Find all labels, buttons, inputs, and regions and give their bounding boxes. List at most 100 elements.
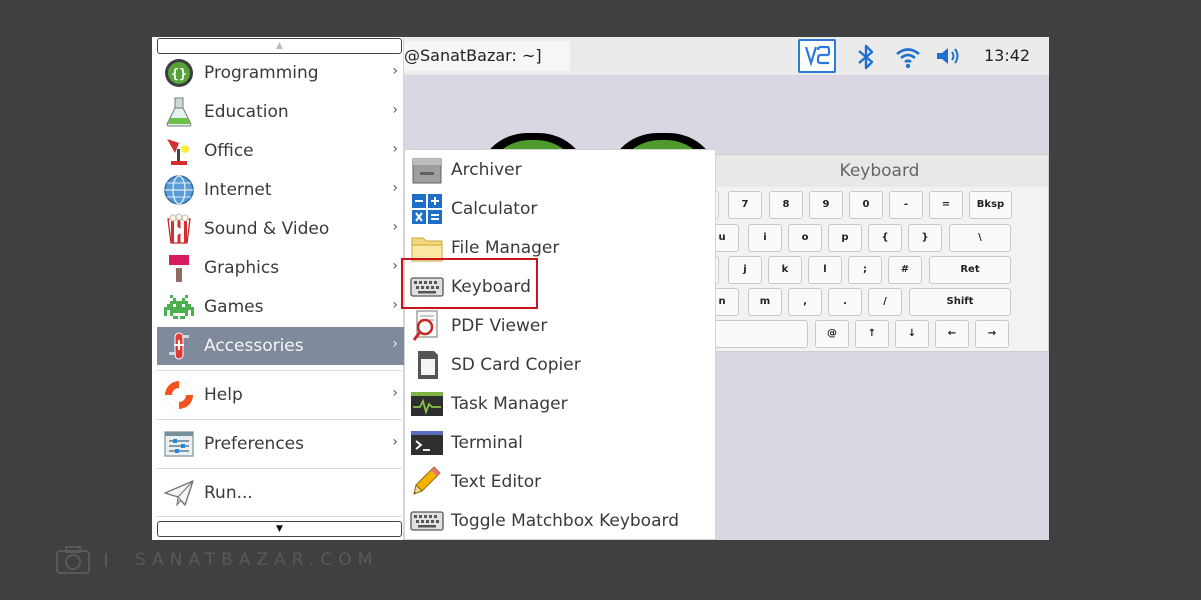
terminal-icon bbox=[410, 427, 444, 459]
keyboard-key[interactable]: k bbox=[768, 256, 802, 284]
chevron-right-icon: › bbox=[392, 63, 398, 79]
menu-item-programming[interactable]: {} Programming › bbox=[157, 54, 404, 92]
submenu-item-text-editor[interactable]: Text Editor bbox=[405, 463, 715, 501]
menu-item-help[interactable]: Help › bbox=[157, 376, 404, 414]
keyboard-key[interactable]: ← bbox=[935, 320, 969, 348]
keyboard-key[interactable]: ↓ bbox=[895, 320, 929, 348]
keyboard-key[interactable]: i bbox=[748, 224, 782, 252]
submenu-item-label: PDF Viewer bbox=[451, 316, 548, 336]
run-icon bbox=[163, 477, 195, 509]
menu-scroll-down-button[interactable]: ▼ bbox=[157, 521, 402, 537]
keyboard-key[interactable]: 8 bbox=[769, 191, 803, 219]
submenu-item-label: Archiver bbox=[451, 160, 522, 180]
education-icon bbox=[163, 96, 195, 128]
menu-separator bbox=[157, 468, 402, 469]
menu-item-label: Sound & Video bbox=[204, 219, 330, 239]
bluetooth-icon[interactable] bbox=[855, 43, 877, 75]
keyboard-key[interactable]: Shift bbox=[909, 288, 1011, 316]
keyboard-key[interactable]: Bksp bbox=[969, 191, 1012, 219]
menu-item-internet[interactable]: Internet › bbox=[157, 171, 404, 209]
chevron-up-icon: ▲ bbox=[276, 41, 283, 51]
keyboard-key[interactable]: 7 bbox=[728, 191, 762, 219]
chevron-right-icon: › bbox=[392, 336, 398, 352]
submenu-item-label: Terminal bbox=[451, 433, 523, 453]
archiver-icon bbox=[410, 154, 444, 186]
application-menu: ▲ {} Programming › Education › Office › … bbox=[152, 37, 404, 540]
menu-item-preferences[interactable]: Preferences › bbox=[157, 425, 404, 463]
submenu-item-label: Task Manager bbox=[451, 394, 568, 414]
submenu-item-pdf-viewer[interactable]: PDF Viewer bbox=[405, 307, 715, 345]
keyboard-key[interactable]: 0 bbox=[849, 191, 883, 219]
keyboard-key[interactable]: } bbox=[908, 224, 942, 252]
calculator-icon bbox=[410, 193, 444, 225]
submenu-item-toggle-matchbox-keyboard[interactable]: Toggle Matchbox Keyboard bbox=[405, 502, 715, 540]
keyboard-key[interactable]: , bbox=[788, 288, 822, 316]
keyboard-key[interactable]: → bbox=[975, 320, 1009, 348]
keyboard-key[interactable]: j bbox=[728, 256, 762, 284]
internet-icon bbox=[163, 174, 195, 206]
menu-item-education[interactable]: Education › bbox=[157, 93, 404, 131]
chevron-right-icon: › bbox=[392, 102, 398, 118]
chevron-right-icon: › bbox=[392, 385, 398, 401]
menu-item-label: Programming bbox=[204, 63, 319, 83]
keyboard-key[interactable]: \ bbox=[949, 224, 1011, 252]
menu-separator bbox=[157, 370, 402, 371]
menu-item-games[interactable]: Games › bbox=[157, 288, 404, 326]
programming-icon: {} bbox=[163, 57, 195, 89]
menu-item-sound-video[interactable]: Sound & Video › bbox=[157, 210, 404, 248]
submenu-item-label: Text Editor bbox=[451, 472, 542, 492]
keyboard-key[interactable]: # bbox=[888, 256, 922, 284]
submenu-item-sd-card-copier[interactable]: SD Card Copier bbox=[405, 346, 715, 384]
submenu-item-label: Calculator bbox=[451, 199, 538, 219]
svg-text:{}: {} bbox=[171, 67, 187, 82]
keyboard-key[interactable]: o bbox=[788, 224, 822, 252]
keyboard-key[interactable]: = bbox=[929, 191, 963, 219]
wifi-icon[interactable] bbox=[894, 44, 922, 74]
menu-item-label: Preferences bbox=[204, 434, 304, 454]
menu-scroll-up-button[interactable]: ▲ bbox=[157, 38, 402, 54]
menu-item-graphics[interactable]: Graphics › bbox=[157, 249, 404, 287]
submenu-item-label: Toggle Matchbox Keyboard bbox=[451, 511, 679, 531]
clock: 13:42 bbox=[984, 46, 1031, 65]
keyboard-key[interactable]: @ bbox=[815, 320, 849, 348]
preferences-icon bbox=[163, 428, 195, 460]
onscreen-keyboard-window[interactable]: Keyboard 7 8 9 0 - = Bksp u i o p { } \ … bbox=[705, 154, 1049, 352]
submenu-item-terminal[interactable]: Terminal bbox=[405, 424, 715, 462]
keyboard-icon bbox=[410, 505, 444, 537]
keyboard-key[interactable]: { bbox=[868, 224, 902, 252]
keyboard-key[interactable]: ↑ bbox=[855, 320, 889, 348]
submenu-item-archiver[interactable]: Archiver bbox=[405, 151, 715, 189]
camera-icon bbox=[56, 546, 90, 574]
watermark-divider bbox=[105, 553, 107, 567]
graphics-icon bbox=[163, 252, 195, 284]
volume-icon[interactable] bbox=[934, 44, 964, 72]
chevron-right-icon: › bbox=[392, 180, 398, 196]
menu-item-office[interactable]: Office › bbox=[157, 132, 404, 170]
keyboard-key[interactable]: ; bbox=[848, 256, 882, 284]
menu-item-label: Office bbox=[204, 141, 254, 161]
keyboard-key[interactable]: Ret bbox=[929, 256, 1011, 284]
menu-item-run[interactable]: Run... bbox=[157, 474, 404, 512]
keyboard-key[interactable]: 9 bbox=[809, 191, 843, 219]
keyboard-space-key[interactable] bbox=[705, 320, 808, 348]
menu-separator bbox=[157, 419, 402, 420]
office-icon bbox=[163, 135, 195, 167]
keyboard-key[interactable]: - bbox=[889, 191, 923, 219]
keyboard-key[interactable]: m bbox=[748, 288, 782, 316]
submenu-item-calculator[interactable]: Calculator bbox=[405, 190, 715, 228]
keyboard-key[interactable]: l bbox=[808, 256, 842, 284]
menu-item-accessories[interactable]: Accessories › bbox=[157, 327, 404, 365]
menu-item-label: Run... bbox=[204, 483, 253, 503]
menu-item-label: Accessories bbox=[204, 336, 304, 356]
keyboard-key[interactable]: . bbox=[828, 288, 862, 316]
games-icon bbox=[163, 291, 195, 323]
menu-item-label: Internet bbox=[204, 180, 272, 200]
keyboard-key[interactable]: p bbox=[828, 224, 862, 252]
sound-video-icon bbox=[163, 213, 195, 245]
keyboard-key[interactable]: / bbox=[868, 288, 902, 316]
pdf-viewer-icon bbox=[410, 310, 444, 342]
chevron-right-icon: › bbox=[392, 297, 398, 313]
vnc-icon[interactable] bbox=[798, 39, 836, 73]
sd-card-icon bbox=[410, 349, 444, 381]
submenu-item-task-manager[interactable]: Task Manager bbox=[405, 385, 715, 423]
